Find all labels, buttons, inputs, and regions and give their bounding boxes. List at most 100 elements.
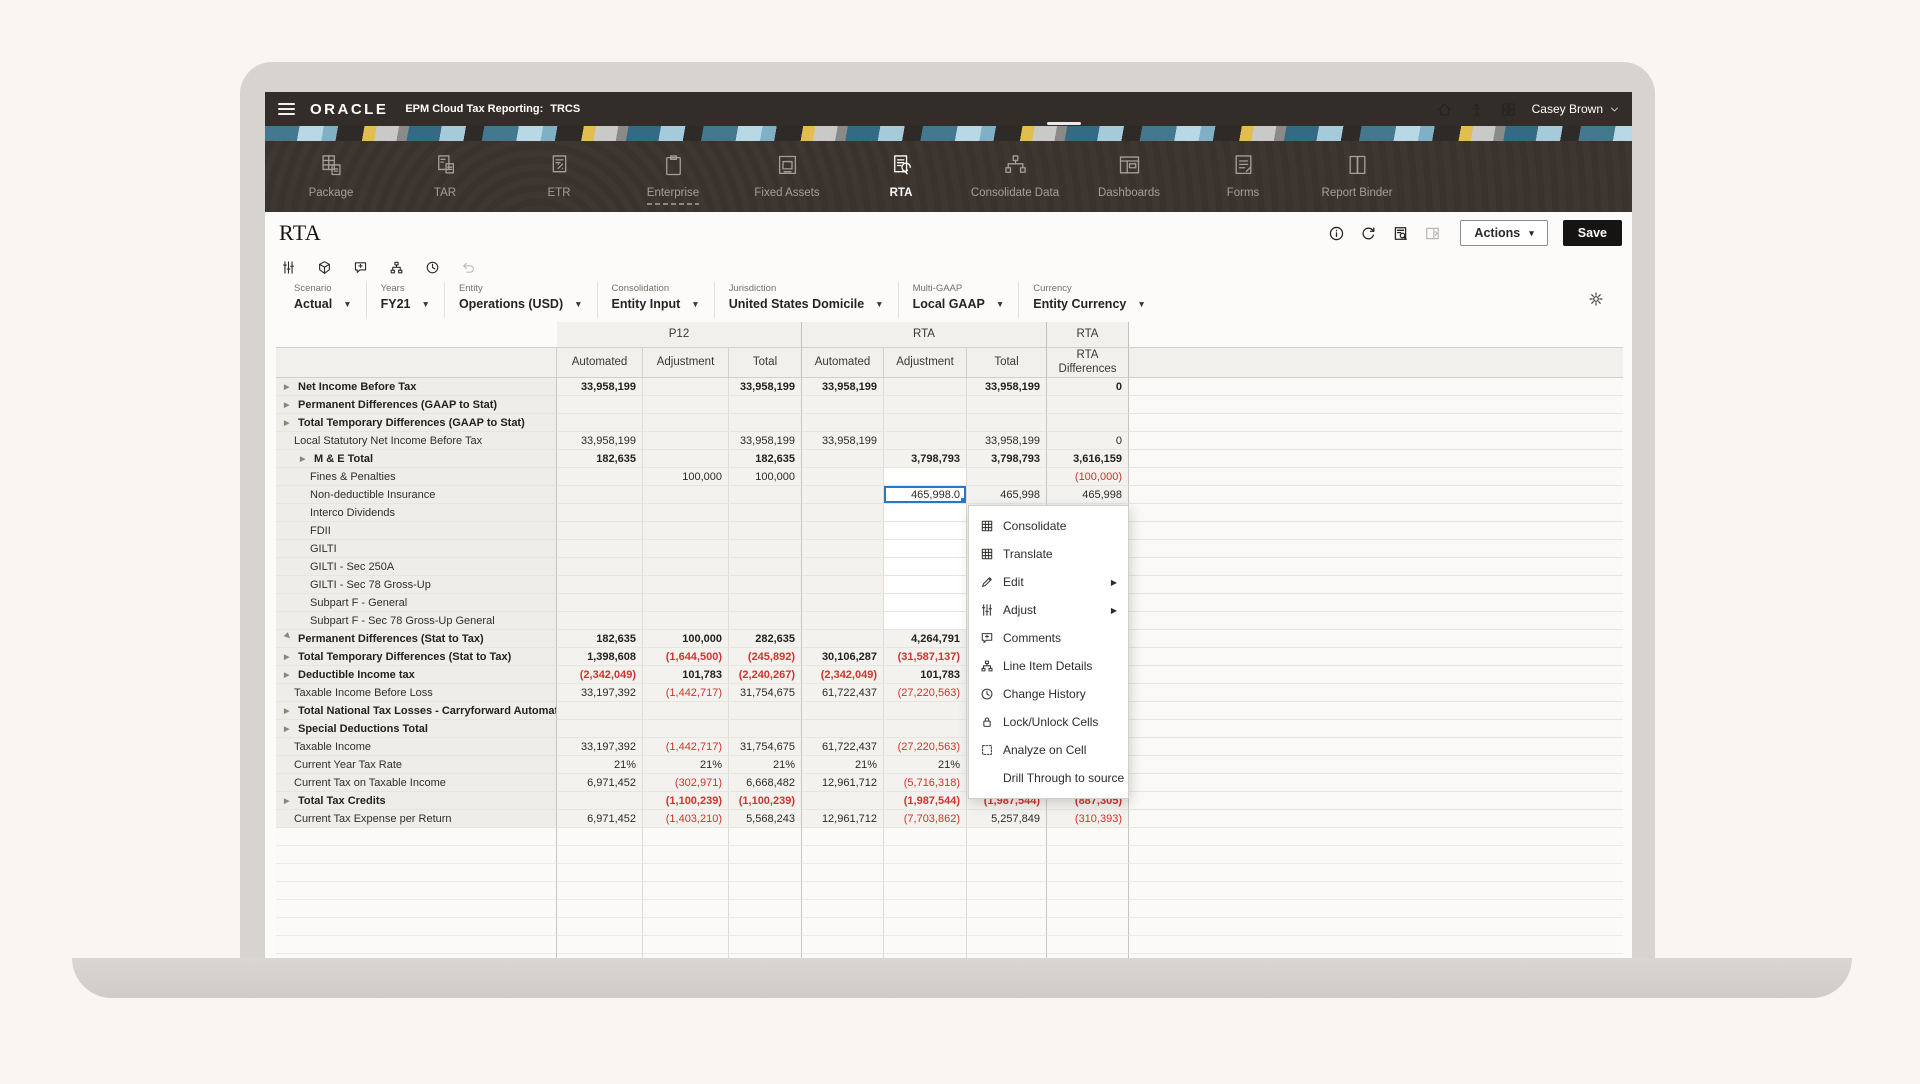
data-cell[interactable]	[802, 414, 884, 432]
data-cell[interactable]: 182,635	[557, 450, 643, 468]
data-cell[interactable]: 282,635	[729, 630, 802, 648]
expand-triangle-icon[interactable]: ▶	[284, 707, 298, 715]
data-cell[interactable]: 61,722,437	[802, 738, 884, 756]
expand-triangle-icon[interactable]: ▶	[284, 725, 298, 733]
data-cell[interactable]	[884, 378, 967, 396]
data-cell[interactable]: 21%	[557, 756, 643, 774]
data-cell[interactable]	[802, 594, 884, 612]
data-cell[interactable]	[557, 468, 643, 486]
data-cell[interactable]: 101,783	[884, 666, 967, 684]
data-cell[interactable]: 30,106,287	[802, 648, 884, 666]
data-cell[interactable]	[729, 396, 802, 414]
data-cell[interactable]	[884, 720, 967, 738]
data-cell[interactable]	[802, 522, 884, 540]
menu-item-lock-unlock-cells[interactable]: Lock/Unlock Cells	[969, 708, 1128, 736]
data-cell[interactable]	[802, 450, 884, 468]
menu-item-edit[interactable]: Edit▶	[969, 568, 1128, 596]
form-search-icon[interactable]	[1392, 225, 1409, 242]
data-cell[interactable]: 3,798,793	[967, 450, 1047, 468]
data-cell[interactable]	[643, 414, 729, 432]
data-cell[interactable]	[729, 576, 802, 594]
data-cell[interactable]	[557, 576, 643, 594]
data-cell[interactable]	[884, 396, 967, 414]
pov-entity[interactable]: EntityOperations (USD)▼	[444, 282, 597, 318]
data-cell[interactable]	[557, 540, 643, 558]
menu-item-analyze-on-cell[interactable]: Analyze on Cell	[969, 736, 1128, 764]
data-cell[interactable]: (1,442,717)	[643, 684, 729, 702]
data-cell[interactable]	[802, 396, 884, 414]
consolidate-icon[interactable]	[317, 260, 332, 275]
data-cell[interactable]: (1,987,544)	[884, 792, 967, 810]
menu-item-consolidate[interactable]: Consolidate	[969, 512, 1128, 540]
data-cell[interactable]	[557, 414, 643, 432]
data-cell[interactable]	[643, 486, 729, 504]
data-cell[interactable]	[729, 414, 802, 432]
expand-triangle-icon[interactable]: ▶	[284, 671, 298, 679]
data-cell[interactable]: 21%	[884, 756, 967, 774]
menu-item-adjust[interactable]: Adjust▶	[969, 596, 1128, 624]
data-cell[interactable]	[967, 414, 1047, 432]
data-cell[interactable]: 31,754,675	[729, 684, 802, 702]
data-cell[interactable]: 0	[1047, 378, 1129, 396]
data-cell[interactable]	[557, 702, 643, 720]
data-cell[interactable]: 100,000	[643, 468, 729, 486]
data-cell[interactable]	[729, 522, 802, 540]
refresh-icon[interactable]	[1360, 225, 1377, 242]
data-cell[interactable]	[884, 576, 967, 594]
nav-item-forms[interactable]: Forms	[1186, 141, 1300, 212]
nav-item-enterprise[interactable]: Enterprise	[616, 141, 730, 212]
data-cell[interactable]: (7,703,862)	[884, 810, 967, 828]
data-cell[interactable]	[802, 630, 884, 648]
data-cell[interactable]	[884, 540, 967, 558]
data-cell[interactable]: 3,798,793	[884, 450, 967, 468]
data-cell[interactable]	[884, 558, 967, 576]
actions-button[interactable]: Actions▾	[1460, 220, 1547, 246]
data-cell[interactable]: 61,722,437	[802, 684, 884, 702]
data-cell[interactable]	[884, 594, 967, 612]
data-cell[interactable]: 5,257,849	[967, 810, 1047, 828]
data-cell[interactable]	[643, 702, 729, 720]
nav-item-fixed-assets[interactable]: Fixed Assets	[730, 141, 844, 212]
data-cell[interactable]	[643, 450, 729, 468]
data-cell[interactable]: 5,568,243	[729, 810, 802, 828]
data-cell[interactable]: (27,220,563)	[884, 738, 967, 756]
data-cell[interactable]: 33,958,199	[802, 432, 884, 450]
menu-item-translate[interactable]: Translate	[969, 540, 1128, 568]
data-cell[interactable]	[884, 468, 967, 486]
data-cell[interactable]: 6,971,452	[557, 774, 643, 792]
data-cell[interactable]	[967, 468, 1047, 486]
nav-item-package[interactable]: Package	[274, 141, 388, 212]
data-cell[interactable]: (1,442,717)	[643, 738, 729, 756]
comment-icon[interactable]	[353, 260, 368, 275]
data-cell[interactable]: (31,587,137)	[884, 648, 967, 666]
data-cell[interactable]: 21%	[643, 756, 729, 774]
data-cell[interactable]	[557, 396, 643, 414]
data-cell[interactable]	[557, 720, 643, 738]
nav-item-dashboards[interactable]: Dashboards	[1072, 141, 1186, 212]
data-cell[interactable]	[729, 594, 802, 612]
data-cell[interactable]: 21%	[802, 756, 884, 774]
data-cell[interactable]	[643, 522, 729, 540]
data-cell[interactable]	[643, 594, 729, 612]
data-cell[interactable]: (2,342,049)	[802, 666, 884, 684]
pov-jurisdiction[interactable]: JurisdictionUnited States Domicile▼	[714, 282, 898, 318]
data-cell[interactable]	[1047, 414, 1129, 432]
data-cell[interactable]: 31,754,675	[729, 738, 802, 756]
pov-years[interactable]: YearsFY21▼	[366, 282, 444, 318]
data-cell[interactable]: 21%	[729, 756, 802, 774]
data-cell[interactable]	[884, 432, 967, 450]
data-cell[interactable]	[557, 486, 643, 504]
change-history-icon[interactable]	[425, 260, 440, 275]
data-cell[interactable]	[557, 504, 643, 522]
data-cell[interactable]	[557, 558, 643, 576]
data-cell[interactable]: (27,220,563)	[884, 684, 967, 702]
data-cell[interactable]	[967, 396, 1047, 414]
data-cell[interactable]	[729, 702, 802, 720]
data-cell[interactable]	[557, 594, 643, 612]
data-cell[interactable]: (2,342,049)	[557, 666, 643, 684]
data-cell[interactable]	[557, 522, 643, 540]
expand-triangle-icon[interactable]: ▶	[284, 653, 298, 661]
expand-triangle-icon[interactable]: ▶	[284, 419, 298, 427]
data-cell[interactable]	[729, 486, 802, 504]
data-cell[interactable]: 182,635	[729, 450, 802, 468]
